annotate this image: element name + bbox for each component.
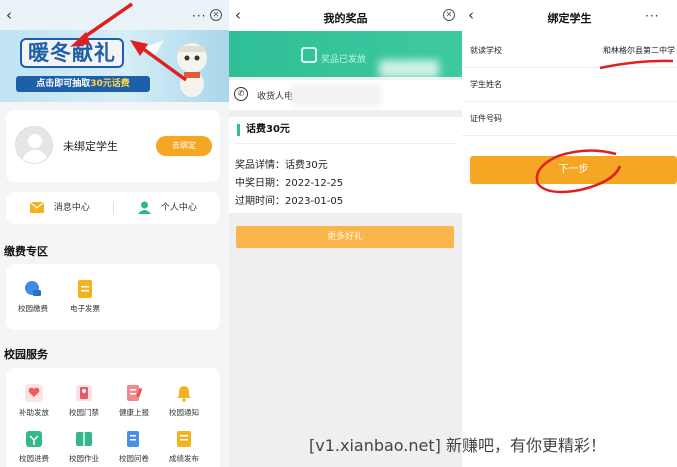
survey-icon [127,431,139,447]
unbound-status: 未绑定学生 [63,140,118,153]
grid-item-campus-fee[interactable]: 校园进费 [9,430,59,464]
mail-icon [29,201,45,213]
grid-item-grades[interactable]: 成绩发布 [159,430,209,464]
blurred-region [291,84,381,106]
grid-item-e-invoice[interactable]: 电子发票 [60,280,110,314]
my-prizes-screen: ‹ 我的奖品 ✕ 奖品已发放 ✆ 收货人电 话费30元 奖品详情：话费30元 中… [229,0,462,467]
recipient-row: ✆ 收货人电 [229,80,462,110]
annotation-underline [599,59,674,70]
annotation-arrow-icon [130,40,188,82]
close-icon[interactable]: ✕ [210,9,222,21]
grid-item-label: 电子发票 [70,304,100,313]
grid-item-label: 校园进费 [19,454,49,463]
person-icon [138,201,151,214]
payment-section-title: 缴费专区 [4,245,48,258]
grid-item-label: 校园问卷 [119,454,149,463]
personal-center-link[interactable]: 个人中心 [138,192,197,224]
grid-item-label: 校园门禁 [69,408,99,417]
services-grid: 补助发放 校园门禁 健康上报 校园通知 校园进费 校园作业 校园问卷 成绩发布 [6,368,220,467]
services-section-title: 校园服务 [4,348,48,361]
watermark: [v1.xianbao.net] 新赚吧，有你更精彩！ [309,436,606,455]
expiry-date: 过期时间：2023-01-05 [235,196,344,207]
book-icon [76,432,92,446]
more-icon[interactable]: ··· [645,9,659,23]
nav-bar: ‹ 绑定学生 ··· [462,0,677,32]
blurred-region [379,60,439,78]
quick-links: 消息中心 个人中心 [6,192,220,224]
annotation-circle [535,149,622,194]
grid-item-label: 补助发放 [19,408,49,417]
grid-item-health-report[interactable]: 健康上报 [109,384,159,418]
close-icon[interactable]: ✕ [443,9,455,21]
invoice-icon [78,280,92,298]
prize-title: 话费30元 [237,124,290,136]
student-name-field[interactable]: 学生姓名 [462,68,677,102]
wallet-icon [25,281,41,296]
message-center-link[interactable]: 消息中心 [29,192,90,224]
bind-button[interactable]: 去绑定 [156,136,212,156]
phone-icon: ✆ [234,87,248,101]
message-center-label: 消息中心 [53,203,90,213]
avatar [15,126,53,164]
grades-icon [177,431,191,447]
recipient-label: 收货人电 [257,92,294,102]
heart-hand-icon [25,384,43,402]
grid-item-homework[interactable]: 校园作业 [59,430,109,464]
school-value: 和林格尔县第二中学 [603,46,675,55]
more-gifts-button[interactable]: 更多好礼 [236,226,454,248]
door-icon [76,385,92,401]
student-name-label: 学生姓名 [470,80,502,89]
nav-bar: ‹ 我的奖品 ✕ [229,0,462,31]
prize-card: 话费30元 奖品详情：话费30元 中奖日期：2022-12-25 过期时间：20… [229,117,462,213]
clipboard-icon [127,385,143,401]
divider [234,143,457,144]
banner-strip-text: 点击即可抽取 [36,79,91,89]
grid-item-label: 健康上报 [119,408,149,417]
screenshot-collage: ‹ ··· ✕ 暖冬献礼 点击即可抽取30元话费 未绑定学生 去绑定 消息中心 … [0,0,677,467]
grid-item-subsidy[interactable]: 补助发放 [9,384,59,418]
fee-icon [26,431,42,447]
bell-icon [177,386,191,402]
id-number-field[interactable]: 证件号码 [462,102,677,136]
school-label: 就读学校 [470,46,502,55]
personal-center-label: 个人中心 [160,203,197,213]
more-icon[interactable]: ··· [192,9,206,23]
page-title: 我的奖品 [323,12,368,25]
bind-student-screen: ‹ 绑定学生 ··· 就读学校 和林格尔县第二中学 学生姓名 证件号码 下一步 [462,0,677,467]
grid-item-notice[interactable]: 校园通知 [159,384,209,418]
grid-item-survey[interactable]: 校园问卷 [109,430,159,464]
gift-icon [301,47,317,63]
grid-item-label: 成绩发布 [169,454,199,463]
divider [113,201,114,215]
prize-status-text: 奖品已发放 [321,55,367,65]
win-date: 中奖日期：2022-12-25 [235,178,344,189]
back-icon[interactable]: ‹ [6,8,12,23]
grid-item-label: 校园作业 [69,454,99,463]
grid-item-access-control[interactable]: 校园门禁 [59,384,109,418]
grid-item-campus-payment[interactable]: 校园缴费 [8,280,58,314]
id-number-label: 证件号码 [470,114,502,123]
prize-detail: 奖品详情：话费30元 [235,160,328,171]
payment-grid: 校园缴费 电子发票 [6,264,220,330]
campus-home-screen: ‹ ··· ✕ 暖冬献礼 点击即可抽取30元话费 未绑定学生 去绑定 消息中心 … [0,0,229,467]
grid-item-label: 校园缴费 [18,304,48,313]
grid-item-label: 校园通知 [169,408,199,417]
profile-card: 未绑定学生 去绑定 [6,110,220,182]
